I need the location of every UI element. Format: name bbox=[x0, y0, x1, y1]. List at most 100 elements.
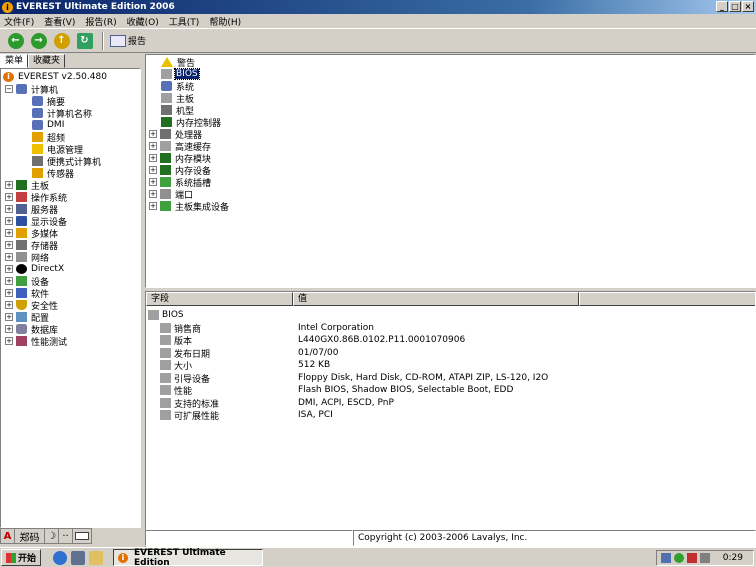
expand-toggle[interactable]: + bbox=[5, 217, 13, 225]
refresh-button[interactable]: ↻ bbox=[75, 31, 94, 50]
punctuation-icon[interactable]: ·· bbox=[59, 529, 73, 543]
tree-item-security[interactable]: + 安全性 bbox=[5, 299, 59, 312]
tree-item-summary[interactable]: 摘要 bbox=[32, 95, 66, 108]
tree-item-system-slot[interactable]: + 系统插槽 bbox=[149, 176, 212, 189]
tree-item-multimedia[interactable]: + 多媒体 bbox=[5, 227, 59, 240]
tree-item-port[interactable]: + 端口 bbox=[149, 188, 194, 201]
detail-row[interactable]: 发布日期 01/07/00 bbox=[160, 347, 600, 360]
tree-item-chassis[interactable]: 机型 bbox=[161, 104, 195, 117]
expand-toggle[interactable]: + bbox=[5, 265, 13, 273]
tree-item-overclock[interactable]: 超频 bbox=[32, 131, 66, 144]
expand-toggle[interactable]: + bbox=[5, 313, 13, 321]
expand-toggle[interactable]: + bbox=[5, 301, 13, 309]
tree-item-memory-device[interactable]: + 内存设备 bbox=[149, 164, 212, 177]
tab-menu[interactable]: 菜单 bbox=[0, 54, 29, 68]
menu-report[interactable]: 报告(R) bbox=[85, 15, 116, 28]
tree-item-computer-name[interactable]: 计算机名称 bbox=[32, 107, 93, 120]
moon-icon[interactable]: ☽ bbox=[45, 529, 59, 543]
tree-item-motherboard[interactable]: + 主板 bbox=[5, 179, 50, 192]
tree-item-warning[interactable]: 警告 bbox=[161, 56, 196, 69]
expand-toggle[interactable]: + bbox=[5, 289, 13, 297]
tree-item-benchmark[interactable]: + 性能测试 bbox=[5, 335, 68, 348]
network-places-icon[interactable] bbox=[71, 550, 86, 565]
tree-item-server[interactable]: + 服务器 bbox=[5, 203, 59, 216]
expand-toggle[interactable]: + bbox=[149, 202, 157, 210]
tree-item-database[interactable]: + 数据库 bbox=[5, 323, 59, 336]
clock[interactable]: 0:29 bbox=[723, 553, 743, 563]
column-header-field[interactable]: 字段 bbox=[146, 292, 293, 306]
tree-item-storage[interactable]: + 存储器 bbox=[5, 239, 59, 252]
expand-toggle[interactable]: + bbox=[149, 190, 157, 198]
expand-toggle[interactable]: + bbox=[5, 241, 13, 249]
report-button[interactable]: 报告 bbox=[110, 34, 146, 47]
ime-lang-indicator[interactable]: A bbox=[1, 529, 15, 543]
expand-toggle[interactable]: + bbox=[5, 193, 13, 201]
expand-toggle[interactable]: + bbox=[149, 154, 157, 162]
tab-favorites[interactable]: 收藏夹 bbox=[28, 54, 66, 68]
back-button[interactable]: ← bbox=[6, 31, 25, 50]
collapse-toggle[interactable]: − bbox=[5, 85, 13, 93]
tree-item-display[interactable]: + 显示设备 bbox=[5, 215, 68, 228]
internet-explorer-icon[interactable] bbox=[53, 550, 68, 565]
tree-item-computer[interactable]: − 计算机 bbox=[5, 83, 59, 96]
menu-view[interactable]: 查看(V) bbox=[44, 15, 75, 28]
keyboard-icon[interactable] bbox=[73, 529, 91, 543]
forward-button[interactable]: → bbox=[29, 31, 48, 50]
volume-tray-icon[interactable] bbox=[700, 553, 710, 563]
expand-toggle[interactable]: + bbox=[5, 325, 13, 333]
show-desktop-icon[interactable] bbox=[89, 550, 104, 565]
tree-item-processor[interactable]: + 处理器 bbox=[149, 128, 203, 141]
menu-help[interactable]: 帮助(H) bbox=[209, 15, 241, 28]
tree-item-os[interactable]: + 操作系统 bbox=[5, 191, 68, 204]
tree-item-power[interactable]: 电源管理 bbox=[32, 143, 84, 156]
detail-row[interactable]: 性能 Flash BIOS, Shadow BIOS, Selectable Bo… bbox=[160, 384, 600, 397]
tree-item-dmi[interactable]: DMI bbox=[32, 119, 65, 131]
expand-toggle[interactable]: + bbox=[5, 181, 13, 189]
tree-item-system[interactable]: 系统 bbox=[161, 80, 195, 93]
close-button[interactable]: × bbox=[742, 1, 754, 12]
alert-tray-icon[interactable] bbox=[687, 553, 697, 563]
expand-toggle[interactable]: + bbox=[149, 142, 157, 150]
tree-item-directx[interactable]: + DirectX bbox=[5, 263, 65, 275]
menu-file[interactable]: 文件(F) bbox=[4, 15, 34, 28]
column-header-value[interactable]: 值 bbox=[293, 292, 579, 306]
expand-toggle[interactable]: + bbox=[149, 166, 157, 174]
menu-favorites[interactable]: 收藏(O) bbox=[127, 15, 159, 28]
detail-row[interactable]: 版本 L440GX0.86B.0102.P11.0001070906 bbox=[160, 334, 600, 347]
tree-item-devices[interactable]: + 设备 bbox=[5, 275, 50, 288]
tree-item-board[interactable]: 主板 bbox=[161, 92, 195, 105]
tree-item-config[interactable]: + 配置 bbox=[5, 311, 50, 324]
minimize-button[interactable]: _ bbox=[716, 1, 728, 12]
menu-tools[interactable]: 工具(T) bbox=[169, 15, 200, 28]
detail-row[interactable]: 支持的标准 DMI, ACPI, ESCD, PnP bbox=[160, 397, 600, 410]
tree-root[interactable]: i EVEREST v2.50.480 bbox=[3, 71, 108, 83]
expand-toggle[interactable]: + bbox=[5, 229, 13, 237]
tree-item-memory-controller[interactable]: 内存控制器 bbox=[161, 116, 222, 129]
network-tray-icon[interactable] bbox=[661, 553, 671, 563]
start-button[interactable]: 开始 bbox=[1, 549, 42, 566]
tree-item-onboard-devices[interactable]: + 主板集成设备 bbox=[149, 200, 230, 213]
everest-tray-icon[interactable] bbox=[674, 553, 684, 563]
maximize-button[interactable]: □ bbox=[729, 1, 741, 12]
tree-item-memory-module[interactable]: + 内存模块 bbox=[149, 152, 212, 165]
detail-row[interactable]: 销售商 Intel Corporation bbox=[160, 322, 600, 335]
detail-row[interactable]: 引导设备 Floppy Disk, Hard Disk, CD-ROM, ATAP… bbox=[160, 372, 600, 385]
tree-item-cache[interactable]: + 高速缓存 bbox=[149, 140, 212, 153]
tree-item-bios[interactable]: BIOS bbox=[161, 68, 200, 80]
taskbar-everest-button[interactable]: i EVEREST Ultimate Edition bbox=[113, 548, 264, 567]
group-row-bios[interactable]: BIOS bbox=[148, 309, 184, 321]
detail-row[interactable]: 可扩展性能 ISA, PCI bbox=[160, 409, 600, 422]
tree-item-software[interactable]: + 软件 bbox=[5, 287, 50, 300]
expand-toggle[interactable]: + bbox=[5, 277, 13, 285]
tree-item-sensor[interactable]: 传感器 bbox=[32, 167, 75, 180]
ime-mode-button[interactable]: 郑码 bbox=[15, 529, 45, 544]
expand-toggle[interactable]: + bbox=[149, 130, 157, 138]
expand-toggle[interactable]: + bbox=[5, 253, 13, 261]
up-button[interactable]: ↑ bbox=[52, 31, 71, 50]
detail-row[interactable]: 大小 512 KB bbox=[160, 359, 600, 372]
expand-toggle[interactable]: + bbox=[149, 178, 157, 186]
expand-toggle[interactable]: + bbox=[5, 205, 13, 213]
expand-toggle[interactable]: + bbox=[5, 337, 13, 345]
tree-item-network[interactable]: + 网络 bbox=[5, 251, 50, 264]
tree-item-portable[interactable]: 便携式计算机 bbox=[32, 155, 102, 168]
